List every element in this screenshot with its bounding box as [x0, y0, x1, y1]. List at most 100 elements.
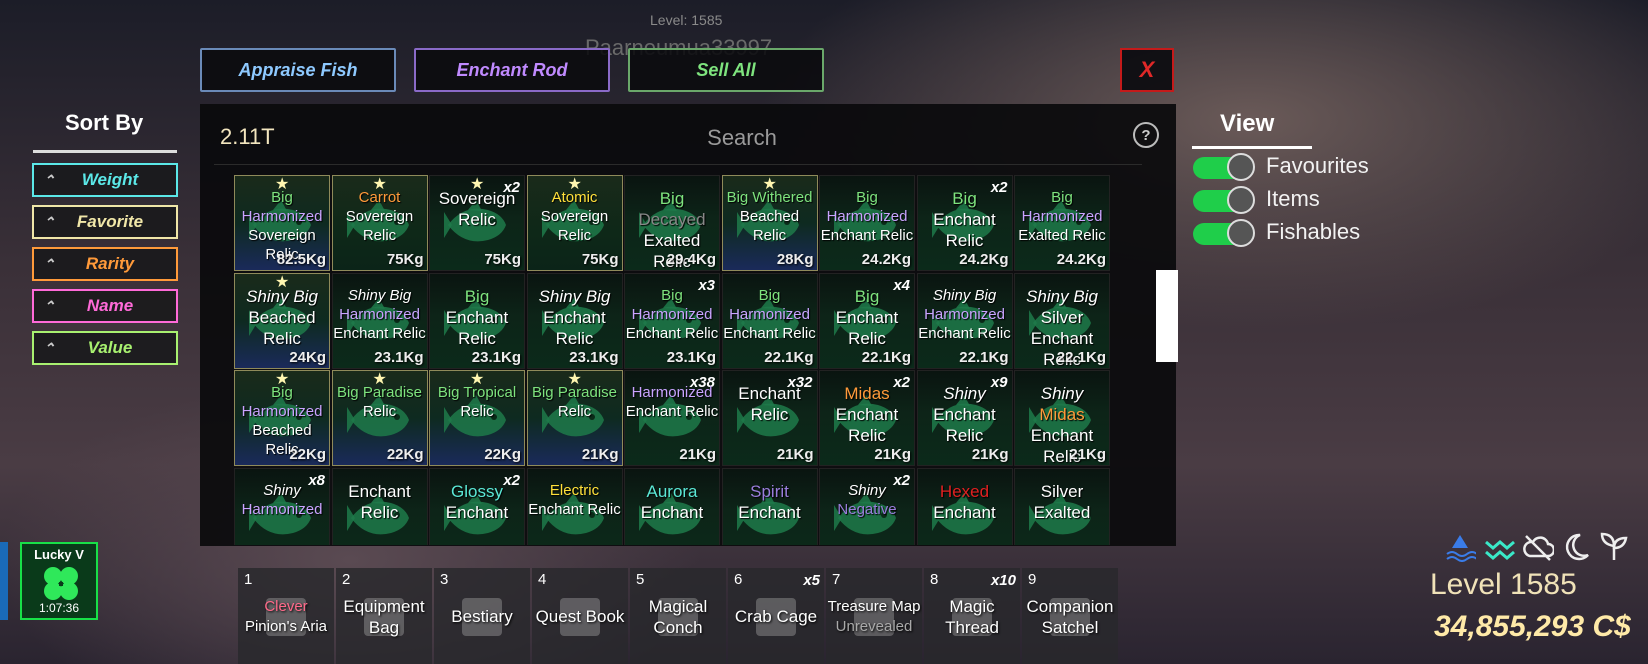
close-button[interactable]: X — [1120, 48, 1174, 92]
inventory-slot[interactable]: x9 Shiny Enchant Relic 21Kg — [916, 370, 1013, 466]
inventory-slot[interactable]: Spirit Enchant — [721, 467, 818, 545]
inventory-slot[interactable]: Big Harmonized Enchant Relic 24.2Kg — [819, 175, 915, 271]
inventory-slot[interactable]: Big Harmonized Enchant Relic 22.1Kg — [721, 272, 818, 369]
divider — [214, 164, 1142, 165]
item-name-line: Shiny Big — [538, 286, 611, 306]
appraise-fish-button[interactable]: Appraise Fish — [200, 48, 396, 92]
item-name: Harmonized Enchant Relic — [625, 383, 719, 421]
inventory-slot[interactable]: ★ Shiny Big Beached Relic 24Kg — [234, 272, 330, 369]
item-name: Shiny Big Harmonized Enchant Relic — [333, 286, 427, 343]
inventory-slot[interactable]: ★ Big Harmonized Sovereign Relic 82.5Kg — [234, 175, 330, 271]
item-name-line: Shiny — [1040, 384, 1084, 403]
inventory-slot[interactable]: x32 Enchant Relic 21Kg — [721, 370, 818, 466]
toggle-label-fishables: Fishables — [1266, 219, 1361, 244]
item-weight: 21Kg — [581, 446, 619, 463]
inventory-slot[interactable]: Shiny Midas Enchant Relic 21Kg — [1014, 370, 1110, 466]
item-weight: 23.1Kg — [374, 348, 424, 366]
item-name-line: Sovereign — [248, 227, 316, 244]
item-name-line: Relic — [555, 328, 594, 348]
toggle-fishables[interactable] — [1193, 219, 1255, 247]
item-name-line: Big — [856, 189, 878, 206]
toggle-favourites[interactable] — [1193, 153, 1255, 181]
hotbar-slot-4[interactable]: 4 Quest Book — [532, 568, 628, 664]
inventory-slot[interactable]: Enchant Relic — [331, 467, 428, 545]
inventory-slot[interactable]: x3 Big Harmonized Enchant Relic 23.1Kg — [624, 272, 720, 369]
hotbar-slot-2[interactable]: 2 Equipment Bag — [336, 568, 432, 664]
hotbar-slot-7[interactable]: 7 Treasure Map Unrevealed — [826, 568, 922, 664]
sort-weight-button[interactable]: ⌃ Weight — [32, 163, 178, 197]
inventory-slot[interactable]: ★ Big Harmonized Beached Relic 22Kg — [234, 370, 330, 466]
item-weight: 23.1Kg — [666, 348, 716, 366]
item-name-line: Atomic — [551, 189, 598, 206]
currency-total: 2.11T — [220, 124, 275, 149]
inventory-slot[interactable]: Shiny Big Enchant Relic 23.1Kg — [526, 272, 623, 369]
sort-name-button[interactable]: ⌃ Name — [32, 289, 178, 323]
item-name-line: Enchant Relic — [625, 403, 719, 420]
item-weight: 23.1Kg — [569, 348, 619, 366]
hotbar-label: Crab Cage — [734, 607, 818, 626]
scrollbar[interactable] — [1156, 270, 1178, 362]
search-input[interactable] — [620, 120, 864, 156]
hotbar-slot-8[interactable]: 8 x10 Magic Thread — [924, 568, 1020, 664]
inventory-slot[interactable]: ★ Big Paradise Relic 22Kg — [331, 370, 428, 466]
inventory-slot[interactable]: Electric Enchant Relic — [526, 467, 623, 545]
item-name-line: Beached — [248, 307, 316, 327]
inventory-slot[interactable]: Big Harmonized Exalted Relic 24.2Kg — [1014, 175, 1110, 271]
inventory-slot[interactable]: Shiny Big Silver Enchant Relic 22.1Kg — [1014, 272, 1110, 369]
inventory-slot[interactable]: Hexed Enchant — [916, 467, 1013, 545]
sort-favorite-button[interactable]: ⌃ Favorite — [32, 205, 178, 239]
item-weight: 23.1Kg — [471, 348, 521, 366]
item-weight: 24.2Kg — [861, 251, 911, 268]
sort-rarity-button[interactable]: ⌃ Rarity — [32, 247, 178, 281]
lucky-buff[interactable]: Lucky V 1:07:36 — [20, 542, 98, 620]
inventory-slot[interactable]: ★ Big Withered Beached Relic 28Kg — [721, 175, 818, 271]
item-name-line: Relic — [458, 328, 496, 348]
inventory-slot[interactable]: x8 Shiny Harmonized — [234, 467, 330, 545]
item-name: Sovereign Relic — [430, 188, 524, 230]
inventory-slot[interactable]: x4 Big Enchant Relic 22.1Kg — [819, 272, 915, 369]
item-name-line: Big — [271, 189, 293, 206]
item-name-line: Relic — [848, 426, 886, 445]
item-weight: 22Kg — [289, 446, 326, 463]
hotbar-slot-1[interactable]: 1 Clever Pinion's Aria — [238, 568, 334, 664]
inventory-slot[interactable]: Shiny Big Harmonized Enchant Relic 23.1Kg — [331, 272, 428, 369]
item-name: Enchant Relic — [723, 383, 817, 425]
inventory-slot[interactable]: x38 Harmonized Enchant Relic 21Kg — [624, 370, 720, 466]
toggle-items[interactable] — [1193, 186, 1255, 214]
hotbar-number: 2 — [342, 571, 351, 588]
hotbar-number: 6 — [734, 571, 743, 588]
left-edge-slot[interactable] — [0, 542, 8, 620]
hotbar-slot-9[interactable]: 9 Companion Satchel — [1022, 568, 1118, 664]
inventory-slot[interactable]: Big Decayed Exalted Relic 29.4Kg — [624, 175, 720, 271]
inventory-slot[interactable]: x2 Glossy Enchant — [429, 467, 525, 545]
hotbar-slot-3[interactable]: 3 Bestiary — [434, 568, 530, 664]
inventory-slot[interactable]: Silver Exalted — [1014, 467, 1110, 545]
item-name: Big Enchant Relic — [918, 188, 1012, 251]
sell-all-button[interactable]: Sell All — [628, 48, 824, 92]
inventory-slot[interactable]: Big Enchant Relic 23.1Kg — [429, 272, 525, 369]
hotbar-number: 3 — [440, 571, 449, 588]
item-name: Shiny Enchant Relic — [918, 383, 1012, 446]
hotbar-label: Quest Book — [535, 607, 625, 626]
item-name-line: Beached — [252, 422, 312, 439]
help-icon[interactable]: ? — [1133, 122, 1159, 148]
water-icon — [1446, 535, 1476, 562]
inventory-slot[interactable]: ★ Carrot Sovereign Relic 75Kg — [331, 175, 428, 271]
inventory-slot[interactable]: ★ Big Tropical Relic 22Kg — [429, 370, 525, 466]
hotbar-slot-5[interactable]: 5 Magical Conch — [630, 568, 726, 664]
hotbar-count: x5 — [803, 572, 820, 589]
enchant-rod-button[interactable]: Enchant Rod — [414, 48, 610, 92]
inventory-slot[interactable]: x2 Big Enchant Relic 24.2Kg — [916, 175, 1013, 271]
sort-option-label: Name — [86, 296, 134, 315]
inventory-slot[interactable]: ★ Big Paradise Relic 21Kg — [526, 370, 623, 466]
inventory-slot[interactable]: x2 Midas Enchant Relic 21Kg — [819, 370, 915, 466]
inventory-slot[interactable]: Shiny Big Harmonized Enchant Relic 22.1Kg — [916, 272, 1013, 369]
sort-value-button[interactable]: ⌃ Value — [32, 331, 178, 365]
inventory-slot[interactable]: x2 Shiny Negative — [819, 467, 915, 545]
hotbar-number: 5 — [636, 571, 645, 588]
hotbar-label: Satchel — [1041, 618, 1099, 637]
hotbar-slot-6[interactable]: 6 x5 Crab Cage — [728, 568, 824, 664]
inventory-slot[interactable]: ★ x2 Sovereign Relic 75Kg — [429, 175, 525, 271]
inventory-slot[interactable]: ★ Atomic Sovereign Relic 75Kg — [526, 175, 623, 271]
inventory-slot[interactable]: Aurora Enchant — [624, 467, 720, 545]
